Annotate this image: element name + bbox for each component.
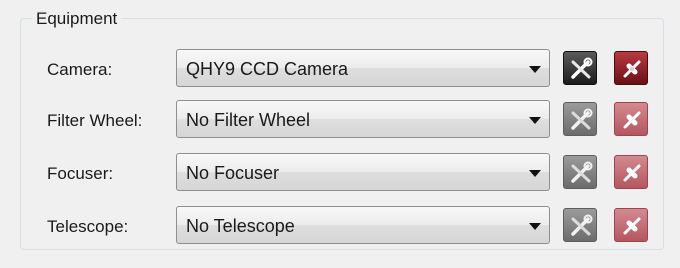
tools-icon — [571, 214, 593, 236]
plug-connect-icon — [623, 60, 641, 78]
filter-wheel-label: Filter Wheel: — [47, 111, 143, 130]
filter-wheel-connect-button[interactable] — [614, 102, 648, 136]
filter-wheel-dropdown[interactable]: No Filter Wheel — [176, 100, 550, 138]
chevron-down-icon[interactable] — [529, 223, 541, 230]
focuser-dropdown[interactable]: No Focuser — [176, 153, 550, 191]
focuser-dropdown-value: No Focuser — [186, 163, 280, 183]
focuser-row: Focuser: No Focuser — [0, 151, 680, 195]
tools-icon — [571, 57, 593, 79]
camera-label: Camera: — [47, 60, 113, 79]
filter-wheel-row: Filter Wheel: No Filter Wheel — [0, 98, 680, 142]
focuser-connect-button[interactable] — [614, 155, 648, 189]
filter-wheel-dropdown-value: No Filter Wheel — [186, 110, 311, 130]
telescope-connect-button[interactable] — [614, 208, 648, 242]
tools-icon — [571, 161, 593, 183]
focuser-label: Focuser: — [47, 164, 114, 183]
camera-connect-button[interactable] — [614, 51, 648, 85]
chevron-down-icon[interactable] — [529, 117, 541, 124]
camera-settings-button[interactable] — [563, 51, 597, 85]
telescope-row: Telescope: No Telescope — [0, 204, 680, 248]
plug-connect-icon — [623, 217, 641, 235]
chevron-down-icon[interactable] — [529, 170, 541, 177]
plug-connect-icon — [623, 111, 641, 129]
camera-dropdown[interactable]: QHY9 CCD Camera — [176, 49, 550, 87]
telescope-dropdown-value: No Telescope — [186, 216, 295, 236]
chevron-down-icon[interactable] — [529, 66, 541, 73]
filter-wheel-settings-button[interactable] — [563, 102, 597, 136]
tools-icon — [571, 108, 593, 130]
telescope-settings-button[interactable] — [563, 208, 597, 242]
telescope-label: Telescope: — [47, 217, 129, 236]
camera-dropdown-value: QHY9 CCD Camera — [186, 59, 349, 79]
plug-connect-icon — [623, 164, 641, 182]
focuser-settings-button[interactable] — [563, 155, 597, 189]
camera-row: Camera: QHY9 CCD Camera — [0, 47, 680, 91]
telescope-dropdown[interactable]: No Telescope — [176, 206, 550, 244]
equipment-group-title: Equipment — [32, 8, 122, 30]
